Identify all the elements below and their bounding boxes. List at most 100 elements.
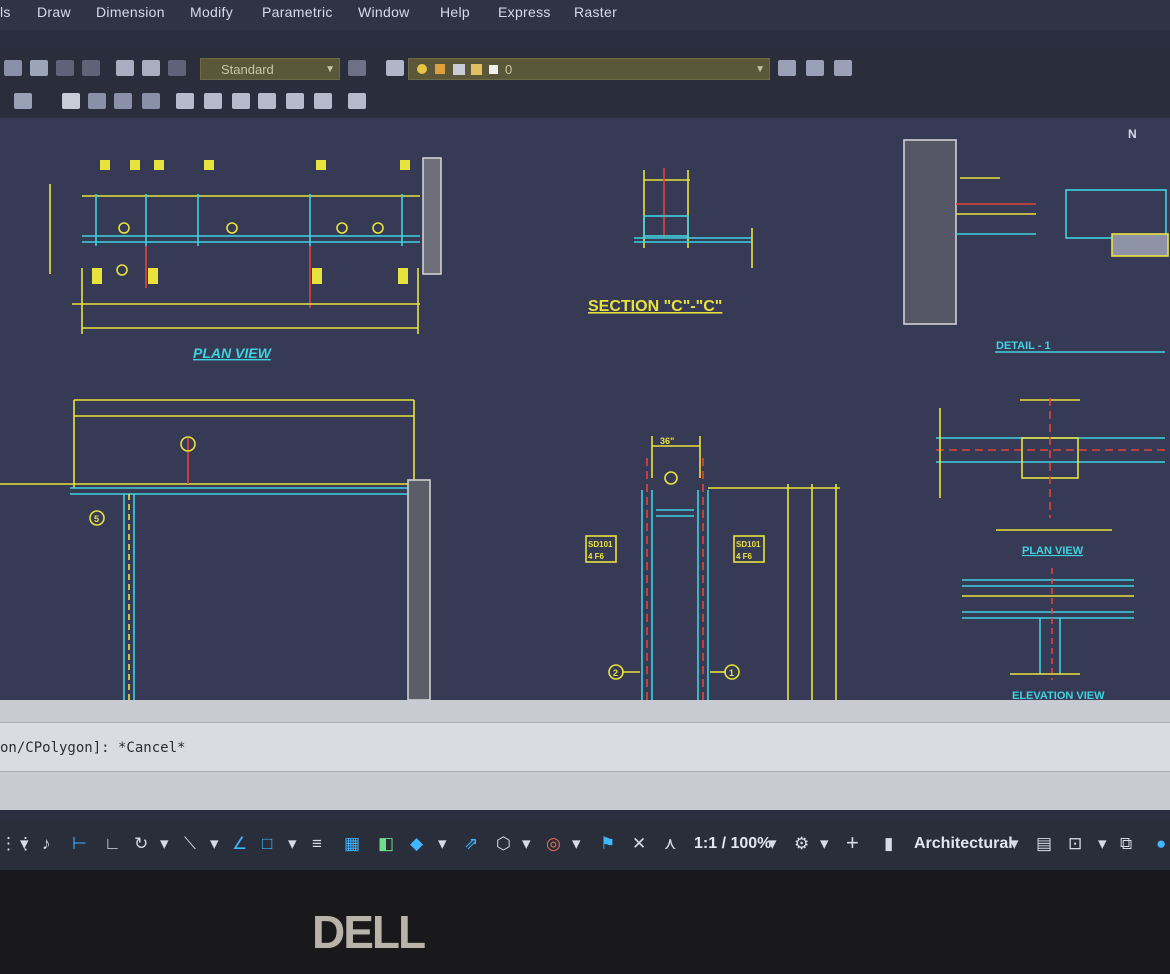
north-label: N [1128,127,1137,141]
selection-filter-icon[interactable]: ⬡ [496,834,511,854]
layer-state-icon[interactable] [834,60,852,76]
menu-parametric[interactable]: Parametric [262,4,333,20]
autocad-window: ls Draw Dimension Modify Parametric Wind… [0,0,1170,870]
tool-palettes-icon[interactable] [232,93,250,109]
units-select[interactable]: Architectural [914,835,1013,853]
layer-properties-icon[interactable] [386,60,404,76]
small-plan-drawing [936,398,1165,531]
sun-icon [435,64,445,74]
chevron-down-icon[interactable]: ▾ [522,834,531,854]
gear-icon[interactable]: ⚙ [794,834,809,854]
menu-tools[interactable]: ls [0,4,11,20]
pencil-icon[interactable] [116,60,134,76]
layer-select[interactable]: 0 ▼ [408,58,770,80]
chevron-down-icon[interactable]: ▾ [288,834,297,854]
gridline-2-label: 2 [613,668,618,678]
markup-icon[interactable] [286,93,304,109]
selection-cycling-icon[interactable]: ◧ [378,834,394,854]
plan-view-annotations [92,160,410,284]
gizmo-icon[interactable]: ◎ [546,834,561,854]
chevron-down-icon[interactable]: ▾ [20,834,29,854]
zoom-window-icon[interactable] [114,93,132,109]
auto-scale-icon[interactable]: ⋏ [664,834,676,854]
annotation-monitor-icon[interactable]: ⚑ [600,834,615,854]
section-tag-right: SD101 [736,540,761,549]
chevron-down-icon[interactable]: ▾ [820,834,829,854]
status-bar: ⋮⋮ ▾ ♪ ⊢ ∟ ↻ ▾ ⟍ ▾ ∠ □ ▾ ≡ ▦ ◧ ◆ ▾ ⇗ ⬡ ▾… [0,822,1170,868]
layer-previous-icon[interactable] [806,60,824,76]
scale-icon[interactable] [168,60,186,76]
chevron-down-icon[interactable]: ▾ [572,834,581,854]
chevron-down-icon[interactable]: ▾ [1010,834,1019,854]
menu-modify[interactable]: Modify [190,4,233,20]
pan-hand-icon[interactable] [62,93,80,109]
quick-properties-icon[interactable]: ▤ [1036,834,1052,854]
menu-express[interactable]: Express [498,4,551,20]
design-center-icon[interactable] [204,93,222,109]
table-style-icon[interactable] [4,60,22,76]
plan-view-drawing [49,157,442,334]
annotation-scale[interactable]: 1:1 / 100% [694,835,771,853]
toolbar-standard [0,88,1170,116]
chevron-down-icon[interactable]: ▾ [210,834,219,854]
object-snap-icon[interactable]: □ [262,834,272,854]
plus-icon[interactable]: + [846,830,859,856]
sheet-set-icon[interactable] [258,93,276,109]
text-style-value: Standard [221,62,274,77]
chevron-down-icon[interactable]: ▾ [438,834,447,854]
command-output: on/CPolygon]: *Cancel* [0,740,186,756]
isolate-objects-icon[interactable]: ⧉ [1120,834,1132,854]
dim-36-label: 36" [660,436,674,446]
zoom-realtime-icon[interactable] [88,93,106,109]
layer-value: 0 [505,62,513,77]
command-line[interactable]: on/CPolygon]: *Cancel* [0,700,1170,810]
small-plan-title: PLAN VIEW [1022,545,1084,557]
text-style-select[interactable]: Standard ▼ [200,58,340,80]
dynamic-input-icon[interactable]: ⊢ [72,834,87,854]
chevron-down-icon[interactable]: ▾ [160,834,169,854]
column-section-drawing [585,436,840,700]
detail-title: DETAIL - 1 [996,340,1051,352]
dynamic-ucs-icon[interactable]: ⇗ [464,834,478,854]
zoom-previous-icon[interactable] [142,93,160,109]
lightbulb-icon [417,64,427,74]
menu-help[interactable]: Help [440,4,470,20]
infer-constraints-icon[interactable]: ♪ [42,834,51,854]
chevron-down-icon[interactable]: ▾ [768,834,777,854]
ortho-icon[interactable]: ∟ [104,834,121,854]
detail-1-drawing [903,139,1169,353]
drawing-canvas[interactable]: PLAN VIEW SECTION "C"-"C" N DETAIL - 1 5… [0,118,1170,702]
annotation-visibility-icon[interactable]: ✕ [632,834,646,854]
color-swatch-icon [489,65,498,74]
dimstyle-icon[interactable] [56,60,74,76]
menu-draw[interactable]: Draw [37,4,71,20]
quickcalc-icon[interactable] [314,93,332,109]
menu-dimension[interactable]: Dimension [96,4,165,20]
object-snap-tracking-icon[interactable]: ∠ [232,834,247,854]
layout-icon[interactable] [348,93,366,109]
lock-ui-icon[interactable]: ⊡ [1068,834,1082,854]
isodraft-icon[interactable]: ⟍ [184,834,196,854]
elevation-view-drawing [962,568,1134,680]
elevation-left-drawing [0,399,431,701]
menu-window[interactable]: Window [358,4,410,20]
redo-icon[interactable] [14,93,32,109]
units-icon[interactable]: ▮ [884,834,893,854]
gridline-1-label: 1 [729,668,734,678]
menu-raster[interactable]: Raster [574,4,617,20]
leader-icon[interactable] [348,60,366,76]
properties-icon[interactable] [176,93,194,109]
make-current-icon[interactable] [778,60,796,76]
textstyle-icon[interactable] [82,60,100,76]
menu-bar: ls Draw Dimension Modify Parametric Wind… [0,0,1170,30]
chevron-down-icon[interactable]: ▾ [1098,834,1107,854]
plan-view-title: PLAN VIEW [193,345,273,361]
lineweight-icon[interactable]: ≡ [312,834,322,854]
transparency-icon[interactable]: ▦ [344,834,360,854]
polar-tracking-icon[interactable]: ↻ [134,834,148,854]
hardware-acceleration-icon[interactable]: ● [1156,834,1166,854]
section-tag-left: SD101 [588,540,613,549]
mleader-icon[interactable] [30,60,48,76]
3d-osnap-icon[interactable]: ◆ [410,834,423,854]
text-a-icon[interactable] [142,60,160,76]
